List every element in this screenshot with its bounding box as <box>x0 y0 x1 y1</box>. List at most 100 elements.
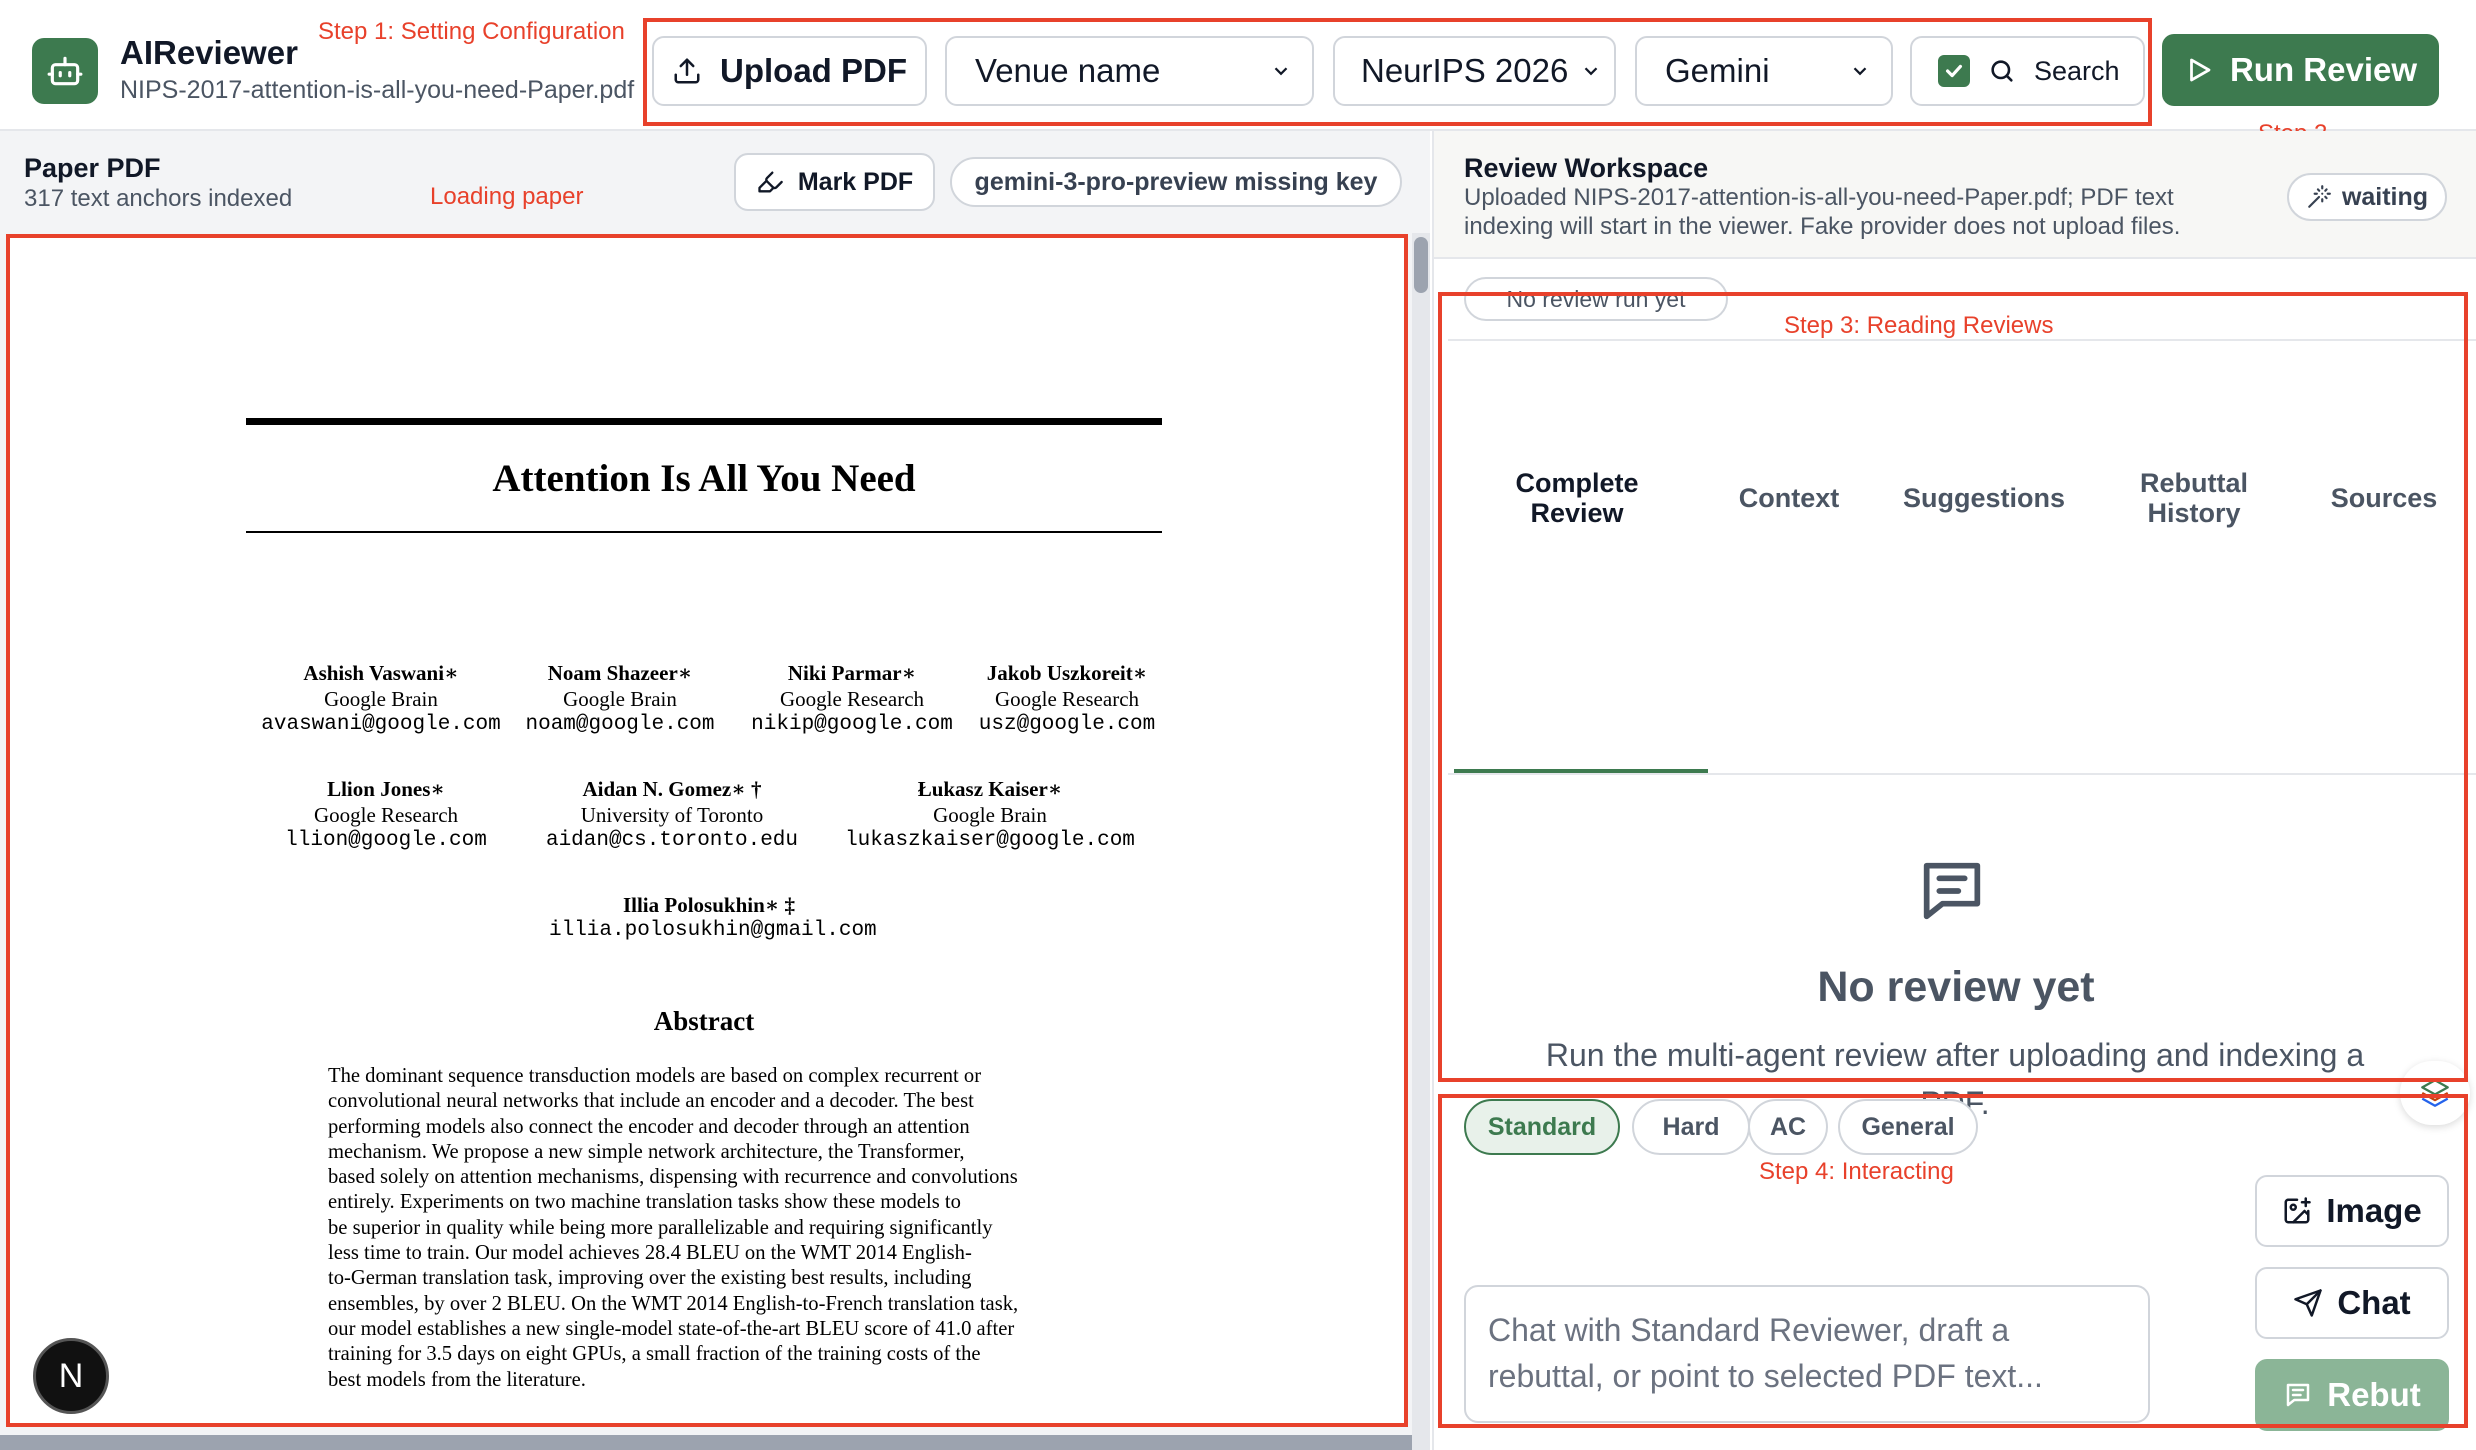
tab-context[interactable]: Context <box>1724 483 1854 513</box>
review-run-chip: No review run yet <box>1464 277 1728 321</box>
pdf-horizontal-scrollbar[interactable] <box>0 1435 1412 1450</box>
mark-pdf-label: Mark PDF <box>797 167 914 196</box>
author-affiliation: Google Brain <box>563 687 677 711</box>
model-select[interactable]: Gemini <box>1635 36 1893 106</box>
app-title: AIReviewer <box>120 34 298 71</box>
tab-rebuttal-history[interactable]: Rebuttal History <box>2114 468 2274 528</box>
abstract-line: to-German translation task, improving ov… <box>328 1267 972 1290</box>
pdf-page[interactable]: Attention Is All You Need Ashish Vaswani… <box>10 238 1406 1423</box>
author-email: illia.polosukhin@gmail.com <box>549 919 877 942</box>
author-affiliation: Google Research <box>994 687 1140 711</box>
run-review-button[interactable]: Run Review <box>2162 34 2439 106</box>
workspace-subtitle: Uploaded NIPS-2017-attention-is-all-you-… <box>1464 184 2181 240</box>
chevron-down-icon <box>1270 52 1292 90</box>
floating-avatar-button[interactable]: N <box>33 1338 109 1414</box>
highlighter-icon <box>758 171 783 193</box>
pdf-scrollbar-thumb[interactable] <box>1414 237 1428 293</box>
missing-key-badge: gemini-3-pro-preview missing key <box>950 157 1402 207</box>
rebut-label: Rebut <box>2327 1376 2421 1413</box>
empty-state-spacer <box>1434 1081 2476 1083</box>
abstract-line: mechanism. We propose a new simple netwo… <box>328 1140 965 1163</box>
search-icon <box>1991 60 2013 82</box>
mode-chip-general[interactable]: General <box>1838 1099 1978 1155</box>
author-name: Jakob Uszkoreit∗ <box>986 661 1148 685</box>
title-rule-top <box>246 418 1162 425</box>
author-name: Łukasz Kaiser∗ <box>917 777 1063 801</box>
abstract-line: entirely. Experiments on two machine tra… <box>328 1191 961 1214</box>
tab-complete-review[interactable]: Complete Review <box>1472 468 1682 528</box>
chevron-down-icon <box>1849 52 1871 90</box>
robot-logo-icon <box>32 38 98 104</box>
image-label: Image <box>2326 1192 2422 1229</box>
empty-state-title: No review yet <box>1817 963 2095 1011</box>
abstract-line: The dominant sequence transduction model… <box>328 1065 982 1087</box>
author-name: Illia Polosukhin∗ ‡ <box>622 893 796 917</box>
author-affiliation: University of Toronto <box>580 803 764 827</box>
upload-pdf-button[interactable]: Upload PDF <box>652 36 927 106</box>
search-checkbox[interactable] <box>1938 55 1970 87</box>
run-review-label: Run Review <box>2229 51 2418 88</box>
tab-sources[interactable]: Sources <box>2314 483 2454 513</box>
search-toggle[interactable]: Search <box>1910 36 2145 106</box>
mode-chip-standard[interactable]: Standard <box>1464 1099 1620 1155</box>
abstract-line: our model establishes a new single-model… <box>328 1317 1015 1340</box>
chat-input[interactable]: Chat with Standard Reviewer, draft a reb… <box>1464 1285 2150 1423</box>
app-header: AIReviewer NIPS-2017-attention-is-all-yo… <box>0 0 2476 147</box>
current-file-name: NIPS-2017-attention-is-all-you-need-Pape… <box>120 76 635 104</box>
pdf-scrollbar[interactable] <box>1412 233 1430 1450</box>
workspace-title: Review Workspace <box>1464 153 1709 183</box>
author-name: Ashish Vaswani∗ <box>303 661 459 685</box>
message-icon <box>1914 853 1990 934</box>
year-select[interactable]: NeurIPS 2026 <box>1333 36 1616 106</box>
annotation-step1: Step 1: Setting Configuration <box>318 18 625 45</box>
author-name: Noam Shazeer∗ <box>547 661 693 685</box>
author-name: Llion Jones∗ <box>327 777 445 801</box>
rebut-button[interactable]: Rebut <box>2255 1359 2449 1431</box>
author-email: llion@google.com <box>285 829 487 852</box>
layers-icon[interactable] <box>2400 1061 2470 1125</box>
tab-suggestions[interactable]: Suggestions <box>1874 483 2094 513</box>
image-button[interactable]: Image <box>2255 1175 2449 1247</box>
mark-pdf-button[interactable]: Mark PDF <box>734 153 935 211</box>
tabs-divider-bottom <box>1448 773 2476 775</box>
abstract-line: be superior in quality while being more … <box>328 1216 993 1239</box>
author-block: Noam Shazeer∗ Google Brain noam@google.c… <box>490 660 750 738</box>
author-name: Aidan N. Gomez∗ † <box>582 777 762 801</box>
venue-select[interactable]: Venue name <box>945 36 1314 106</box>
author-affiliation: Google Brain <box>933 803 1047 827</box>
upload-label: Upload PDF <box>720 52 907 89</box>
abstract-text: The dominant sequence transduction model… <box>328 1064 1088 1393</box>
model-select-value: Gemini <box>1665 52 1770 89</box>
magic-wand-icon <box>2308 185 2331 208</box>
abstract-line: training for 3.5 days on eight GPUs, a s… <box>328 1343 981 1366</box>
checkmark-icon <box>1945 64 1963 78</box>
author-block: Llion Jones∗ Google Research llion@googl… <box>256 776 516 854</box>
paper-title: Attention Is All You Need <box>492 457 916 500</box>
author-block: Illia Polosukhin∗ ‡ illia.polosukhin@gma… <box>549 892 877 944</box>
anchors-count: 317 text anchors indexed <box>24 185 293 212</box>
send-icon <box>2294 1289 2323 1317</box>
status-label: waiting <box>2341 182 2429 211</box>
mode-chip-ac[interactable]: AC <box>1748 1099 1828 1155</box>
author-email: noam@google.com <box>525 713 715 736</box>
mode-chip-hard[interactable]: Hard <box>1632 1099 1750 1155</box>
abstract-line: convolutional neural networks that inclu… <box>328 1090 974 1113</box>
author-affiliation: Google Brain <box>324 687 438 711</box>
status-badge: waiting <box>2287 173 2447 221</box>
annotation-step4: Step 4: Interacting <box>1759 1158 1954 1185</box>
annotation-step3: Step 3: Reading Reviews <box>1784 312 2054 339</box>
author-block: Aidan N. Gomez∗ † University of Toronto … <box>532 776 812 854</box>
chat-label: Chat <box>2337 1284 2411 1321</box>
year-select-value: NeurIPS 2026 <box>1361 52 1569 89</box>
author-block: Jakob Uszkoreit∗ Google Research usz@goo… <box>937 660 1197 738</box>
author-block: Łukasz Kaiser∗ Google Brain lukaszkaiser… <box>825 776 1155 854</box>
abstract-line: based solely on attention mechanisms, di… <box>328 1166 1018 1189</box>
annotation-loading: Loading paper <box>430 183 584 210</box>
upload-icon <box>674 58 700 84</box>
abstract-line: less time to train. Our model achieves 2… <box>328 1242 972 1265</box>
chat-button[interactable]: Chat <box>2255 1267 2449 1339</box>
author-email: aidan@cs.toronto.edu <box>545 829 799 852</box>
abstract-line: ensembles, by over 2 BLEU. On the WMT 20… <box>328 1292 1019 1315</box>
author-email: usz@google.com <box>978 713 1156 736</box>
author-affiliation: Google Research <box>313 803 459 827</box>
